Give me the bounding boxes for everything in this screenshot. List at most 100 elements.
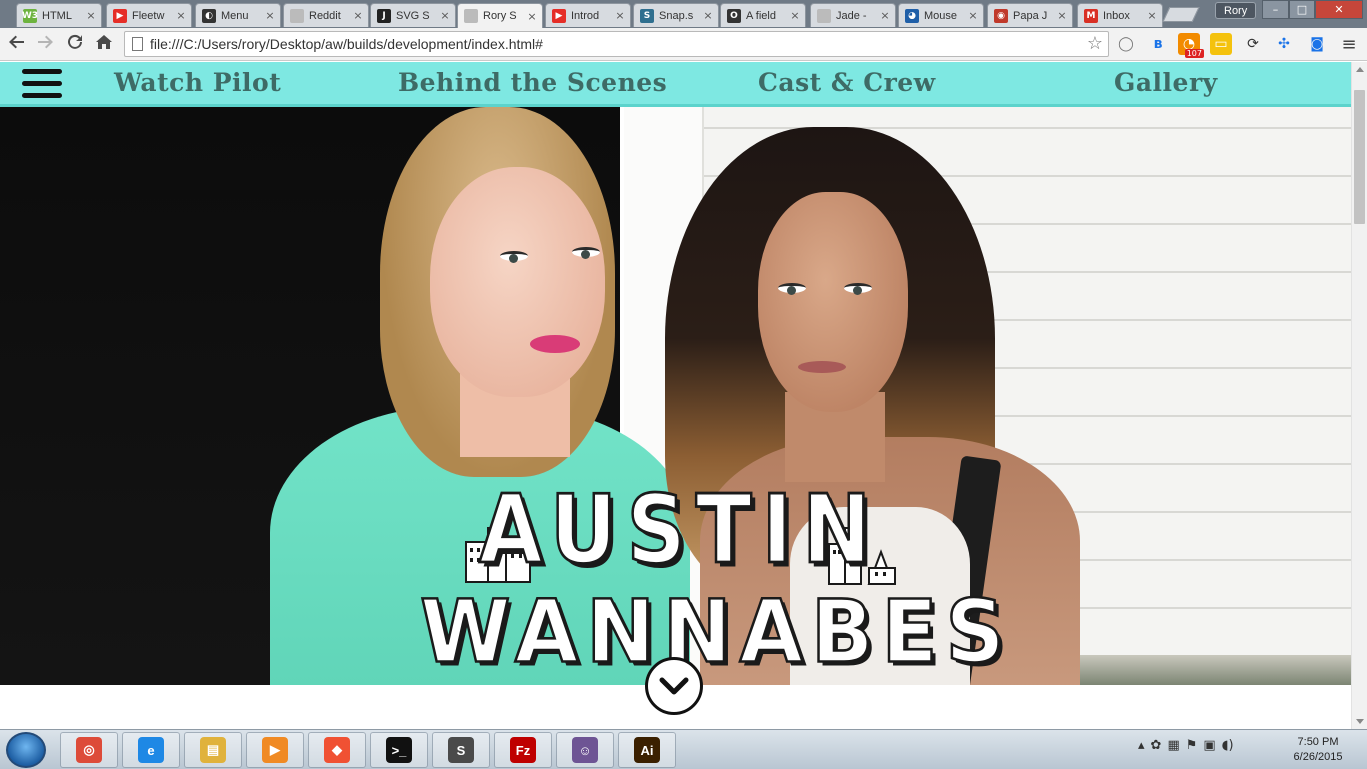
taskbar-app-git[interactable]: ◆ bbox=[308, 732, 366, 768]
system-tray: ▴ ✿ ▦ ⚑ ▣ ◖) bbox=[1138, 738, 1234, 753]
taskbar-app-internet-explorer[interactable]: e bbox=[122, 732, 180, 768]
browser-tab[interactable]: ◐ Menu × bbox=[195, 3, 281, 27]
taskbar-app-illustrator[interactable]: Ai bbox=[618, 732, 676, 768]
close-window-button[interactable]: ✕ bbox=[1315, 0, 1363, 19]
bitly-extension-icon[interactable]: ʙ bbox=[1147, 33, 1169, 55]
browser-tab[interactable]: Reddit × bbox=[283, 3, 369, 27]
taskbar-app-sublime-text[interactable]: S bbox=[432, 732, 490, 768]
hamburger-menu-icon[interactable] bbox=[22, 69, 62, 99]
taskbar-app-github[interactable]: ☺ bbox=[556, 732, 614, 768]
tab-close-icon[interactable]: × bbox=[614, 9, 626, 22]
reload-button[interactable] bbox=[64, 33, 86, 55]
taskbar-app-chrome[interactable]: ◎ bbox=[60, 732, 118, 768]
opera-extension-icon[interactable]: ◯ bbox=[1115, 33, 1137, 55]
forward-button[interactable] bbox=[34, 33, 56, 55]
folder-extension-icon[interactable]: ▭ bbox=[1210, 33, 1232, 55]
tab-close-icon[interactable]: × bbox=[526, 10, 538, 23]
browser-toolbar: file:///C:/Users/rory/Desktop/aw/builds/… bbox=[0, 28, 1367, 61]
tab-title: HTML bbox=[42, 9, 72, 22]
browser-tab[interactable]: ◉ Papa J × bbox=[987, 3, 1073, 27]
page-scrollbar[interactable] bbox=[1351, 62, 1367, 729]
browser-tab[interactable]: ◕ Mouse × bbox=[898, 3, 984, 27]
camera-extension-icon[interactable]: ◙ bbox=[1306, 33, 1328, 55]
clock[interactable]: 7:50 PM 6/26/2015 bbox=[1282, 735, 1354, 765]
nav-behind-the-scenes[interactable]: Behind the Scenes bbox=[398, 68, 667, 97]
page-icon bbox=[132, 37, 143, 51]
browser-tab[interactable]: Jade - × bbox=[810, 3, 896, 27]
chevron-down-icon bbox=[659, 677, 689, 695]
tray-app-icon[interactable]: ✿ bbox=[1151, 738, 1162, 753]
network-extension-icon[interactable]: ✣ bbox=[1273, 33, 1295, 55]
taskbar-app-filezilla[interactable]: Fz bbox=[494, 732, 552, 768]
action-center-flag-icon[interactable]: ⚑ bbox=[1186, 738, 1198, 753]
browser-tab[interactable]: S Snap.s × bbox=[633, 3, 719, 27]
scrollbar-thumb[interactable] bbox=[1354, 90, 1365, 224]
tab-title: Menu bbox=[221, 9, 249, 22]
tab-title: Reddit bbox=[309, 9, 341, 22]
tray-expand-icon[interactable]: ▴ bbox=[1138, 738, 1145, 753]
tab-close-icon[interactable]: × bbox=[967, 9, 979, 22]
tray-windows-icon[interactable]: ▦ bbox=[1167, 738, 1179, 753]
scroll-down-button[interactable] bbox=[645, 657, 703, 715]
taskbar-app-command-prompt[interactable]: >_ bbox=[370, 732, 428, 768]
tab-close-icon[interactable]: × bbox=[85, 9, 97, 22]
nav-cast-and-crew[interactable]: Cast & Crew bbox=[758, 68, 936, 97]
nav-gallery[interactable]: Gallery bbox=[1114, 68, 1218, 97]
chrome-menu-icon[interactable]: ≡ bbox=[1338, 33, 1360, 55]
minimize-button[interactable]: – bbox=[1262, 0, 1289, 19]
tab-favicon-icon: S bbox=[640, 8, 654, 23]
tab-title: SVG S bbox=[396, 9, 430, 22]
new-tab-button[interactable] bbox=[1162, 7, 1200, 22]
browser-tab[interactable]: M Inbox × bbox=[1077, 3, 1163, 27]
address-bar[interactable]: file:///C:/Users/rory/Desktop/aw/builds/… bbox=[124, 31, 1109, 57]
extension-badge: 107 bbox=[1184, 49, 1204, 58]
browser-tab-strip: W3 HTML × ▶ Fleetw × ◐ Menu × Reddit × J SVG S × Rory … bbox=[0, 0, 1367, 28]
windows-taskbar: ◎ e ▤ ▶ ◆ >_ S Fz ☺ Ai ▴ ✿ ▦ ⚑ ▣ ◖) 7:50 PM 6/26/… bbox=[0, 729, 1367, 769]
taskbar-app-file-explorer[interactable]: ▤ bbox=[184, 732, 242, 768]
tab-favicon-icon bbox=[817, 8, 831, 23]
rss-extension-icon[interactable]: ◔ 107 bbox=[1178, 33, 1204, 58]
chrome-icon: ◎ bbox=[76, 737, 102, 763]
tab-title: Papa J bbox=[1013, 9, 1048, 22]
tab-close-icon[interactable]: × bbox=[1056, 9, 1068, 22]
tab-favicon-icon: J bbox=[377, 8, 391, 23]
tab-title: Introd bbox=[571, 9, 600, 22]
tab-favicon-icon: ◉ bbox=[994, 8, 1008, 23]
tab-favicon-icon: ▶ bbox=[113, 8, 127, 23]
tab-close-icon[interactable]: × bbox=[702, 9, 714, 22]
scroll-up-arrow-icon[interactable] bbox=[1356, 67, 1364, 72]
tab-close-icon[interactable]: × bbox=[1146, 9, 1158, 22]
clock-time: 7:50 PM bbox=[1297, 736, 1339, 748]
bookmark-star-icon[interactable]: ☆ bbox=[1087, 33, 1103, 54]
logo-line-1: AUSTIN bbox=[478, 475, 881, 586]
volume-icon[interactable]: ◖) bbox=[1222, 738, 1234, 753]
face-right bbox=[758, 192, 908, 412]
browser-tab[interactable]: W3 HTML × bbox=[16, 3, 102, 27]
tab-close-icon[interactable]: × bbox=[789, 9, 801, 22]
filezilla-icon: Fz bbox=[510, 737, 536, 763]
taskbar-app-media-player[interactable]: ▶ bbox=[246, 732, 304, 768]
browser-tab[interactable]: Rory S × bbox=[457, 3, 543, 28]
browser-tab[interactable]: J SVG S × bbox=[370, 3, 456, 27]
site-nav: Watch Pilot Behind the Scenes Cast & Cre… bbox=[0, 62, 1351, 107]
browser-tab[interactable]: O A field × bbox=[720, 3, 806, 27]
back-arrow-icon bbox=[9, 35, 24, 49]
tab-close-icon[interactable]: × bbox=[352, 9, 364, 22]
tab-close-icon[interactable]: × bbox=[879, 9, 891, 22]
tab-close-icon[interactable]: × bbox=[439, 9, 451, 22]
tab-close-icon[interactable]: × bbox=[264, 9, 276, 22]
home-button[interactable] bbox=[93, 33, 115, 55]
sync-extension-icon[interactable]: ⟳ bbox=[1242, 33, 1264, 55]
maximize-button[interactable]: □ bbox=[1289, 0, 1315, 19]
back-button[interactable] bbox=[6, 33, 28, 55]
browser-tab[interactable]: ▶ Fleetw × bbox=[106, 3, 192, 27]
browser-tab[interactable]: ▶ Introd × bbox=[545, 3, 631, 27]
start-button[interactable] bbox=[6, 732, 46, 768]
network-icon[interactable]: ▣ bbox=[1203, 738, 1215, 753]
tab-favicon-icon bbox=[290, 8, 304, 23]
profile-button[interactable]: Rory bbox=[1215, 2, 1257, 19]
scroll-down-arrow-icon[interactable] bbox=[1356, 719, 1364, 724]
tab-close-icon[interactable]: × bbox=[175, 9, 187, 22]
nav-watch-pilot[interactable]: Watch Pilot bbox=[114, 68, 281, 97]
face-left bbox=[430, 167, 605, 397]
